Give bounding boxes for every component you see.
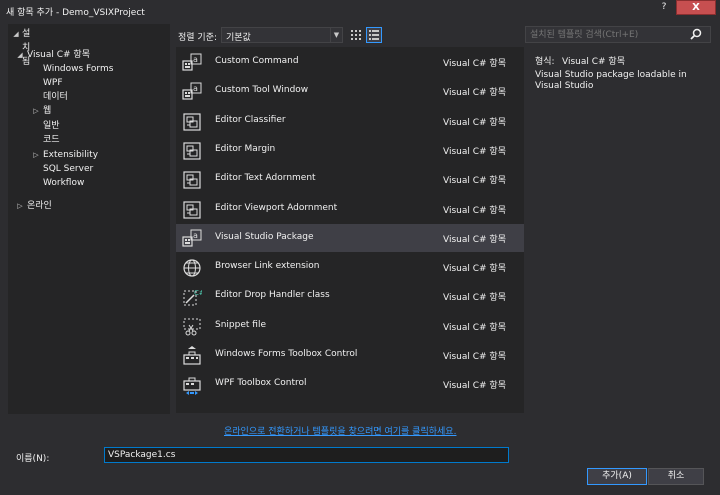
template-row[interactable]: Editor Classifier Visual C# 항목 <box>176 107 524 135</box>
tree-item-label: Workflow <box>43 178 85 188</box>
add-button[interactable]: 추가(A) <box>587 468 647 485</box>
medium-icons-view-button[interactable] <box>348 27 364 43</box>
svg-text:a: a <box>193 84 198 93</box>
template-language: Visual C# 항목 <box>443 205 506 216</box>
template-language: Visual C# 항목 <box>443 293 506 304</box>
list-view-button[interactable] <box>366 27 382 43</box>
editor-template-icon <box>182 141 202 161</box>
template-language: Visual C# 항목 <box>443 352 506 362</box>
type-label: 형식: <box>535 57 555 67</box>
template-name: Custom Tool Window <box>215 85 309 96</box>
template-language: Visual C# 항목 <box>443 264 506 275</box>
editor-template-icon <box>182 112 202 132</box>
cancel-button[interactable]: 취소 <box>648 468 704 485</box>
sort-dropdown[interactable]: 기본값 ▼ <box>221 27 343 43</box>
search-input[interactable] <box>526 27 690 42</box>
template-name: Visual Studio Package <box>215 231 314 242</box>
template-row[interactable]: Snippet file Visual C# 항목 <box>176 312 524 340</box>
close-button[interactable]: X <box>676 0 716 15</box>
online-templates-link[interactable]: 온라인으로 전환하거나 템플릿을 찾으려면 여기를 클릭하세요. <box>224 424 456 437</box>
name-field[interactable] <box>104 447 509 463</box>
template-language: Visual C# 항목 <box>443 59 506 69</box>
snippet-icon <box>182 317 202 337</box>
tree-item-label: WPF <box>43 78 63 88</box>
search-box[interactable] <box>525 26 711 43</box>
template-row[interactable]: Windows Forms Toolbox Control Visual C# 항… <box>176 341 524 369</box>
template-list: a Custom Command Visual C# 항목 a Custom Tool … <box>176 47 524 413</box>
name-label: 이름(N): <box>16 454 50 464</box>
template-name: WPF Toolbox Control <box>215 378 307 389</box>
template-name: Browser Link extension <box>215 261 320 272</box>
template-language: Visual C# 항목 <box>443 88 506 99</box>
tree-item-label: Extensibility <box>43 150 99 160</box>
template-name: Editor Text Adornment <box>215 173 316 184</box>
drop-handler-icon: C# <box>182 287 205 307</box>
editor-template-icon <box>182 200 202 220</box>
template-language: Visual C# 항목 <box>443 146 506 157</box>
globe-icon <box>182 258 202 278</box>
tree-item-label: Visual C# 항목 <box>27 50 90 60</box>
help-button[interactable]: ? <box>656 0 672 14</box>
template-language: Visual C# 항목 <box>443 381 506 392</box>
template-language: Visual C# 항목 <box>443 322 506 333</box>
svg-text:a: a <box>193 231 198 240</box>
template-language: Visual C# 항목 <box>443 117 506 128</box>
template-row[interactable]: C# Editor Drop Handler class Visual C# 항목 <box>176 282 524 310</box>
collapsed-arrow-icon[interactable]: ▷ <box>16 199 24 213</box>
template-row[interactable]: Browser Link extension Visual C# 항목 <box>176 253 524 281</box>
chevron-down-icon: ▼ <box>330 28 342 42</box>
tree-item-label: 데이터 <box>43 92 68 102</box>
template-name: Editor Margin <box>215 143 276 154</box>
search-button[interactable] <box>690 28 704 42</box>
template-name: Windows Forms Toolbox Control <box>215 349 358 359</box>
wpf-toolbox-icon <box>182 375 202 396</box>
template-row[interactable]: a Custom Command Visual C# 항목 <box>176 48 524 76</box>
list-icon <box>369 30 379 40</box>
tree-item-label: 웹 <box>43 106 52 116</box>
template-name: Editor Viewport Adornment <box>215 202 338 213</box>
expanded-arrow-icon: ◢ <box>13 30 19 38</box>
template-description: Visual Studio package loadable in Visual… <box>535 70 687 91</box>
sort-label: 정렬 기준: <box>178 33 218 43</box>
tree-item-label: 일반 <box>43 121 60 131</box>
collapsed-arrow-icon[interactable]: ▷ <box>32 104 40 118</box>
sort-value: 기본값 <box>226 33 251 43</box>
template-name: Custom Command <box>215 56 299 66</box>
toolbox-control-icon <box>182 346 202 366</box>
template-row[interactable]: Editor Margin Visual C# 항목 <box>176 136 524 164</box>
template-name: Editor Classifier <box>215 114 286 125</box>
tool-window-template-icon: a <box>182 82 202 102</box>
template-name: Snippet file <box>215 319 266 330</box>
tree-item-label: 온라인 <box>27 201 52 211</box>
collapsed-arrow-icon[interactable]: ▷ <box>32 148 40 162</box>
command-template-icon: a <box>182 53 202 73</box>
tree-item-label: Windows Forms <box>43 64 114 74</box>
template-row[interactable]: a Custom Tool Window Visual C# 항목 <box>176 77 524 105</box>
package-template-icon: a <box>182 229 202 249</box>
type-value: Visual C# 항목 <box>562 57 625 67</box>
template-row[interactable]: WPF Toolbox Control Visual C# 항목 <box>176 370 524 398</box>
template-language: Visual C# 항목 <box>443 234 506 245</box>
category-tree: ◢ 설치됨 ◢ Visual C# 항목 Windows Forms WPF 데이터 ▷ 웹… <box>8 24 170 414</box>
template-language: Visual C# 항목 <box>443 176 506 187</box>
template-name: Editor Drop Handler class <box>215 290 330 301</box>
tree-item-label: SQL Server <box>43 164 94 174</box>
tree-item-label: 코드 <box>43 135 60 145</box>
svg-text:a: a <box>193 55 198 64</box>
grid-icon <box>351 30 361 40</box>
template-row[interactable]: a Visual Studio Package Visual C# 항목 <box>176 223 524 252</box>
title-bar: 새 항목 추가 - Demo_VSIXProject ? X <box>0 0 720 22</box>
window-title: 새 항목 추가 - Demo_VSIXProject <box>6 8 145 18</box>
svg-text:C#: C# <box>194 289 202 297</box>
expanded-arrow-icon[interactable]: ◢ <box>16 48 24 62</box>
search-icon <box>690 28 702 40</box>
editor-template-icon <box>182 170 202 190</box>
template-row[interactable]: Editor Viewport Adornment Visual C# 항목 <box>176 195 524 223</box>
template-row[interactable]: Editor Text Adornment Visual C# 항목 <box>176 165 524 193</box>
